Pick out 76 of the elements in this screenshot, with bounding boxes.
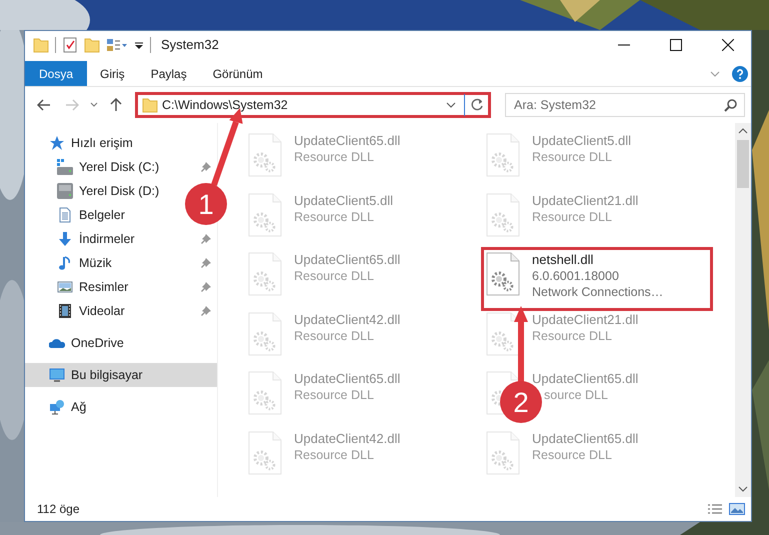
ribbon-tab[interactable]: Paylaş (138, 61, 200, 86)
file-detail: Network Connections… (532, 284, 664, 300)
nav-item[interactable]: Yerel Disk (D:) (79, 182, 160, 200)
address-path: C:\Windows\System32 (161, 96, 289, 114)
chevron-down-icon (90, 102, 98, 108)
step-badge: 1 (185, 183, 227, 225)
dll-file-icon (248, 252, 282, 296)
download-arrow-icon (57, 231, 73, 247)
dll-file-icon (248, 430, 282, 474)
folder-icon (142, 97, 158, 113)
dll-file-icon (486, 312, 520, 356)
file-detail: Resource DLL (532, 149, 613, 165)
file-detail: Resource DLL (294, 328, 375, 344)
large-icons-view-icon[interactable] (729, 503, 745, 515)
nav-item[interactable]: Videolar (79, 302, 125, 320)
properties-icon[interactable] (62, 37, 78, 53)
file-detail: Resource DLL (532, 446, 613, 462)
music-note-icon (57, 255, 73, 271)
scrollbar-thumb[interactable] (737, 140, 749, 188)
dll-file-icon (248, 371, 282, 415)
picture-icon (57, 279, 73, 295)
address-bar[interactable]: C:\Windows\System32 (135, 92, 491, 118)
file-detail: 6.0.6001.18000 (532, 268, 620, 284)
dll-file-icon (248, 133, 282, 177)
file-detail: Resource DLL (294, 208, 375, 224)
view-options-icon[interactable] (106, 37, 128, 53)
chevron-down-icon[interactable] (446, 101, 456, 109)
scroll-down-icon[interactable] (738, 486, 748, 492)
file-detail: Resource DLL (294, 446, 375, 462)
file-detail: Resource DLL (294, 387, 375, 403)
monitor-icon (49, 367, 65, 383)
ribbon-tab[interactable]: Dosya (25, 61, 88, 86)
dll-file-icon (486, 192, 520, 236)
ribbon-tab[interactable]: Giriş (87, 61, 138, 86)
file-detail: source DLL (543, 387, 609, 403)
star-icon (49, 135, 65, 151)
forward-arrow-icon (65, 99, 79, 111)
dll-file-icon (248, 192, 282, 236)
search-icon[interactable] (724, 99, 737, 112)
nav-item[interactable]: Yerel Disk (C:) (79, 158, 160, 176)
file-detail: Resource DLL (294, 268, 375, 284)
ribbon-tab[interactable]: Görünüm (200, 61, 276, 86)
nav-item[interactable]: İndirmeler (79, 230, 135, 248)
back-arrow-icon (37, 99, 51, 111)
nav-item[interactable]: Ağ (71, 398, 86, 416)
nav-item[interactable]: Resimler (79, 278, 128, 296)
drive-icon (57, 159, 73, 175)
maximize-icon (670, 39, 682, 51)
details-view-icon[interactable] (707, 503, 723, 515)
refresh-icon[interactable] (470, 98, 484, 112)
dll-file-icon (486, 133, 520, 177)
nav-item[interactable]: Belgeler (79, 206, 125, 224)
window-title: System32 (161, 36, 219, 54)
nav-item[interactable]: Bu bilgisayar (25, 363, 217, 387)
file-item[interactable]: netshell.dll 6.0.6001.18000 Network Connections… (484, 250, 710, 308)
nav-item[interactable]: Hızlı erişim (71, 134, 133, 152)
film-icon (57, 303, 73, 319)
dll-file-icon (486, 252, 520, 296)
nav-item[interactable]: Müzik (79, 254, 112, 272)
help-icon[interactable] (732, 66, 748, 82)
up-arrow-icon (110, 98, 122, 112)
nav-item[interactable]: OneDrive (71, 334, 124, 352)
file-detail: Resource DLL (532, 208, 613, 224)
dll-file-icon (248, 312, 282, 356)
dll-file-icon (486, 430, 520, 474)
close-icon (722, 39, 734, 51)
search-field[interactable]: Ara: System32 (505, 93, 745, 117)
item-count: 112 öge (37, 501, 80, 518)
document-icon (57, 207, 73, 223)
network-icon (49, 399, 65, 415)
file-detail: Resource DLL (532, 328, 613, 344)
scrollbar[interactable] (735, 123, 751, 497)
file-name[interactable]: netshell.dll (532, 252, 664, 268)
file-detail: Resource DLL (294, 149, 375, 165)
scroll-up-icon[interactable] (738, 128, 748, 134)
drive-icon (57, 183, 73, 199)
